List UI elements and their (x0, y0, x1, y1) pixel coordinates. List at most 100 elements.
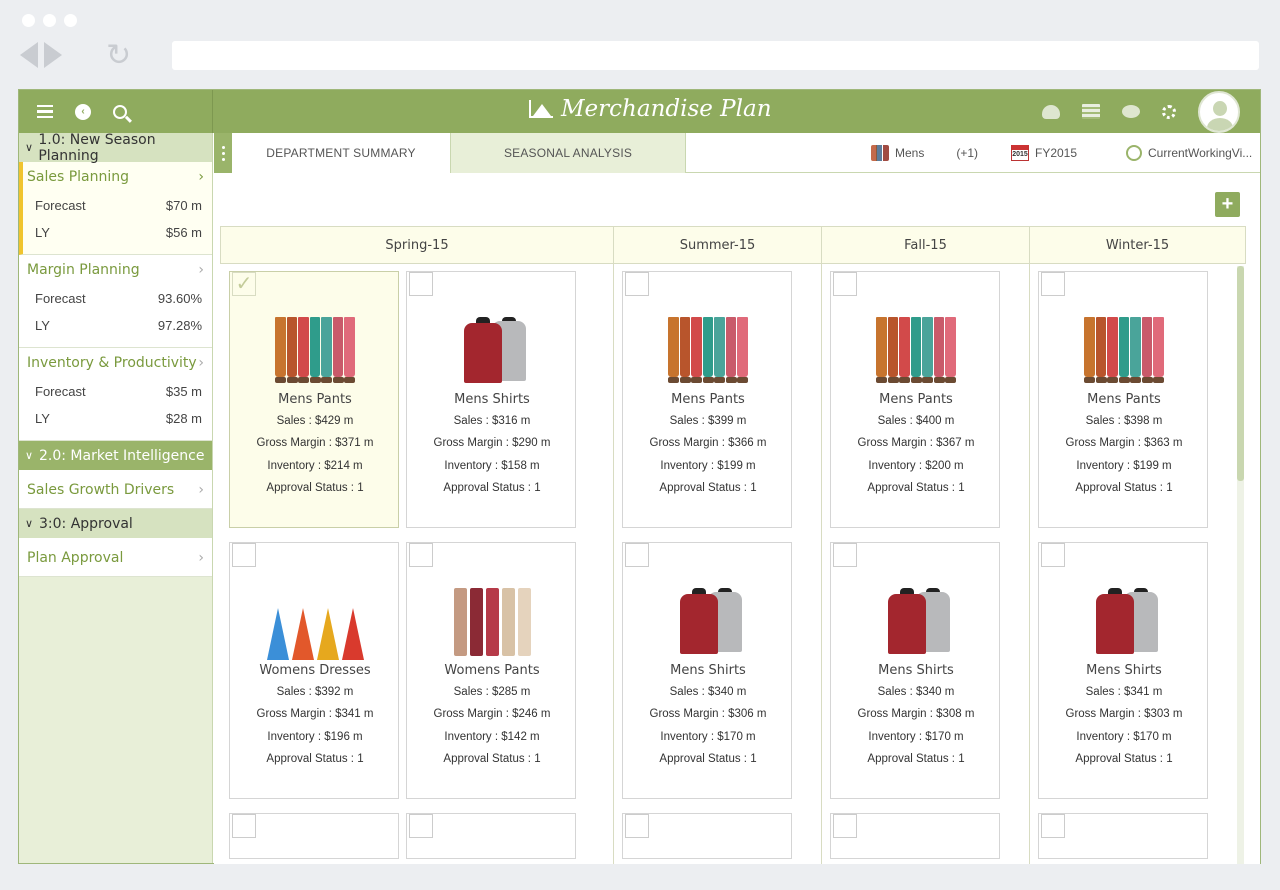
card-title: Mens Pants (879, 392, 953, 407)
shirts-icon (668, 588, 748, 660)
year-filter[interactable]: 2015 FY2015 (1011, 133, 1077, 173)
card-checkbox[interactable] (1041, 814, 1065, 838)
card-title: Mens Shirts (878, 663, 954, 678)
card-checkbox[interactable] (625, 272, 649, 296)
card-approval-status: Approval Status : 1 (443, 753, 541, 765)
card-sales: Sales : $340 m (669, 686, 747, 698)
sidebar-item-margin-planning[interactable]: Margin Planning › Forecast 93.60% LY 97.28% (19, 255, 212, 348)
card-checkbox[interactable] (232, 543, 256, 567)
card-checkbox[interactable] (625, 543, 649, 567)
sidebar-item-plan-approval[interactable]: Plan Approval › (19, 538, 212, 577)
window-dot-icon[interactable] (64, 14, 77, 27)
sidebar-section-approval[interactable]: ∨ 3:0: Approval (19, 509, 212, 538)
card-checkbox[interactable] (1041, 272, 1065, 296)
category-card[interactable] (622, 813, 792, 859)
search-icon[interactable] (113, 104, 127, 119)
address-bar[interactable] (172, 41, 1259, 70)
metric-label: LY (35, 318, 50, 333)
category-card[interactable] (1038, 813, 1208, 859)
season-header-cell[interactable]: Spring-15 (221, 227, 614, 263)
cloud-download-icon[interactable] (1042, 104, 1060, 119)
chevron-right-icon: › (198, 549, 204, 566)
main-content: + Spring-15 Summer-15 Fall-15 Winter-15 … (214, 174, 1260, 864)
category-card[interactable]: Womens Dresses Sales : $392 m Gross Margin… (229, 542, 399, 799)
category-card[interactable] (830, 813, 1000, 859)
card-checkbox[interactable] (833, 814, 857, 838)
card-checkbox[interactable] (625, 814, 649, 838)
sidebar-toolbar: ‹ (19, 90, 213, 133)
browser-forward-icon[interactable] (44, 42, 62, 68)
card-checkbox[interactable] (409, 814, 433, 838)
browser-back-icon[interactable] (20, 42, 38, 68)
department-filter[interactable]: Mens (+1) (871, 133, 978, 173)
card-approval-status: Approval Status : 1 (266, 482, 364, 494)
card-approval-status: Approval Status : 1 (659, 753, 757, 765)
card-checkbox[interactable] (833, 272, 857, 296)
metric-value: $70 m (165, 198, 202, 213)
card-sales: Sales : $400 m (877, 415, 955, 427)
category-card[interactable]: Mens Shirts Sales : $316 m Gross Margin : … (406, 271, 576, 528)
card-inventory: Inventory : $199 m (1076, 460, 1172, 472)
scrollbar-thumb[interactable] (1237, 266, 1244, 481)
user-avatar[interactable] (1198, 90, 1240, 133)
card-sales: Sales : $340 m (877, 686, 955, 698)
sidebar-section-new-season-planning[interactable]: ∨ 1.0: New Season Planning (19, 132, 212, 164)
category-card[interactable]: Mens Shirts Sales : $340 m Gross Margin : … (830, 542, 1000, 799)
card-checkbox[interactable] (1041, 543, 1065, 567)
category-card[interactable]: Mens Pants Sales : $400 m Gross Margin : $… (830, 271, 1000, 528)
category-card[interactable]: Mens Pants Sales : $399 m Gross Margin : $… (622, 271, 792, 528)
card-gross-margin: Gross Margin : $306 m (649, 708, 767, 720)
season-header-cell[interactable]: Fall-15 (822, 227, 1030, 263)
category-card[interactable]: Womens Pants Sales : $285 m Gross Margin :… (406, 542, 576, 799)
metric-value: 93.60% (157, 291, 202, 306)
pants-icon (274, 317, 356, 389)
category-card[interactable]: Mens Shirts Sales : $340 m Gross Margin : … (622, 542, 792, 799)
tab-department-summary[interactable]: DEPARTMENT SUMMARY (232, 133, 450, 173)
card-checkbox[interactable] (409, 543, 433, 567)
window-dot-icon[interactable] (43, 14, 56, 27)
server-icon[interactable] (1082, 104, 1100, 119)
card-title: Womens Pants (444, 663, 540, 678)
drag-handle-icon[interactable] (214, 133, 232, 173)
sidebar-section-market-intelligence[interactable]: ∨ 2.0: Market Intelligence (19, 441, 212, 470)
card-approval-status: Approval Status : 1 (443, 482, 541, 494)
card-approval-status: Approval Status : 1 (867, 753, 965, 765)
view-value: CurrentWorkingVi... (1148, 146, 1253, 160)
pants-icon (667, 317, 749, 389)
back-icon[interactable]: ‹ (75, 103, 91, 120)
tab-seasonal-analysis[interactable]: SEASONAL ANALYSIS (450, 133, 686, 173)
card-approval-status: Approval Status : 1 (659, 482, 757, 494)
card-gross-margin: Gross Margin : $246 m (433, 708, 551, 720)
category-card[interactable]: ✓ Mens Pants Sales : $429 m Gross Margin : … (229, 271, 399, 528)
season-header-cell[interactable]: Winter-15 (1030, 227, 1245, 263)
sidebar-item-sales-growth-drivers[interactable]: Sales Growth Drivers › (19, 470, 212, 509)
add-button[interactable]: + (1215, 192, 1240, 217)
card-sales: Sales : $316 m (453, 415, 531, 427)
window-dot-icon[interactable] (22, 14, 35, 27)
season-header-cell[interactable]: Summer-15 (614, 227, 822, 263)
category-card[interactable] (406, 813, 576, 859)
settings-icon[interactable] (1162, 104, 1176, 119)
chevron-down-icon: ∨ (25, 449, 34, 462)
metric-value: $28 m (165, 411, 202, 426)
card-inventory: Inventory : $199 m (660, 460, 756, 472)
card-inventory: Inventory : $214 m (267, 460, 363, 472)
card-gross-margin: Gross Margin : $363 m (1065, 437, 1183, 449)
sidebar-item-sales-planning[interactable]: Sales Planning › Forecast $70 m LY $56 m (19, 162, 212, 255)
reload-icon[interactable]: ↻ (106, 41, 136, 71)
category-card[interactable]: Mens Pants Sales : $398 m Gross Margin : $… (1038, 271, 1208, 528)
category-card[interactable]: Mens Shirts Sales : $341 m Gross Margin : … (1038, 542, 1208, 799)
card-checkbox[interactable] (232, 814, 256, 838)
metric-value: $56 m (165, 225, 202, 240)
card-title: Mens Shirts (454, 392, 530, 407)
chevron-down-icon: ∨ (25, 141, 34, 154)
view-filter[interactable]: CurrentWorkingVi... (1126, 133, 1252, 173)
card-checkbox[interactable] (833, 543, 857, 567)
sidebar-item-inventory-productivity[interactable]: Inventory & Productivity › Forecast $35 m … (19, 348, 212, 441)
card-checkbox[interactable] (409, 272, 433, 296)
card-checkbox[interactable]: ✓ (232, 272, 256, 296)
chat-icon[interactable] (1122, 105, 1140, 118)
menu-icon[interactable] (37, 104, 53, 119)
category-card[interactable] (229, 813, 399, 859)
calendar-icon: 2015 (1011, 145, 1029, 161)
